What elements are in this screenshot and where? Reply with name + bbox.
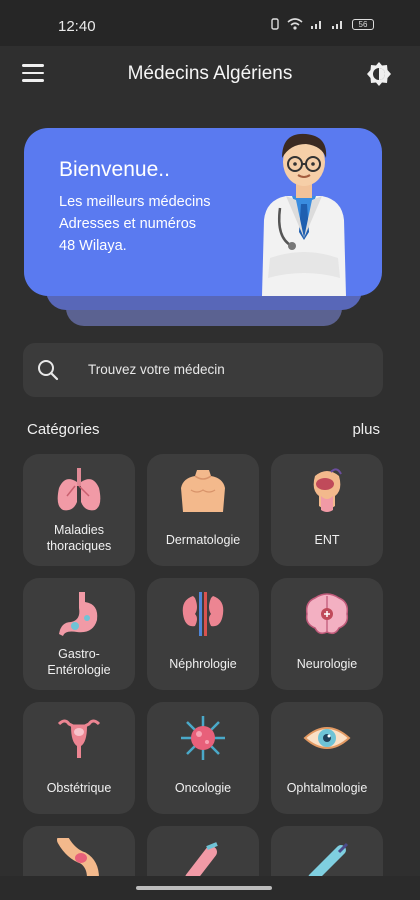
banner-greeting: Bienvenue.. (59, 158, 170, 181)
banner-line: Les meilleurs médecins (59, 194, 211, 210)
categories-header: Catégories plus (27, 421, 380, 439)
category-label: Gastro- Entérologie (47, 647, 111, 677)
more-link[interactable]: plus (352, 421, 380, 438)
search-icon (38, 360, 59, 381)
banner-text: Les meilleurs médecins Adresses et numér… (59, 191, 211, 257)
app-bar: Médecins Algériens (0, 46, 420, 102)
category-card-ent[interactable]: ENT (271, 454, 383, 566)
app-title: Médecins Algériens (127, 63, 293, 84)
categories-label: Catégories (27, 421, 100, 438)
category-label: Neurologie (296, 657, 358, 671)
status-time: 12:40 (58, 18, 96, 35)
category-label: ENT (314, 533, 340, 547)
category-label: Obstétrique (46, 781, 112, 795)
category-card-oncologie[interactable]: Oncologie (147, 702, 259, 814)
doctor-illustration (262, 133, 346, 296)
category-card-neurologie[interactable]: Neurologie (271, 578, 383, 690)
category-card-ophtalmologie[interactable]: Ophtalmologie (271, 702, 383, 814)
category-card-maladies-thoraciques[interactable]: Maladies thoraciques (23, 454, 135, 566)
hamburger-menu-icon[interactable] (22, 64, 44, 82)
category-label: Dermatologie (165, 533, 241, 547)
stomach-icon (59, 592, 98, 636)
brain-icon (305, 593, 349, 635)
cancer-cell-icon (181, 716, 225, 760)
battery-icon: 56 (352, 18, 374, 30)
search-bar[interactable]: Trouvez votre médecin (23, 343, 383, 397)
gesture-nav-bar (0, 876, 420, 900)
uterus-icon (57, 719, 101, 758)
wifi-icon (287, 18, 303, 30)
signal-icon (332, 21, 342, 29)
category-label: Ophtalmologie (286, 781, 368, 795)
welcome-banner: Bienvenue.. Les meilleurs médecins Adres… (24, 128, 382, 296)
category-card-nephrologie[interactable]: Néphrologie (147, 578, 259, 690)
category-label: Oncologie (174, 781, 232, 795)
banner-line: 48 Wilaya. (59, 238, 127, 254)
category-card-dermatologie[interactable]: Dermatologie (147, 454, 259, 566)
ear-nose-throat-icon (313, 468, 342, 512)
signal-icon (311, 21, 321, 29)
vibrate-icon (271, 18, 279, 30)
category-label: Néphrologie (169, 657, 237, 671)
eye-icon (303, 727, 351, 749)
status-bar: 12:40 56 (0, 0, 420, 46)
lungs-icon (57, 468, 101, 511)
torso-skin-icon (181, 470, 225, 512)
banner-line: Adresses et numéros (59, 216, 197, 232)
search-placeholder: Trouvez votre médecin (88, 362, 225, 377)
status-icons: 56 (270, 18, 374, 30)
category-card-obstetrique[interactable]: Obstétrique (23, 702, 135, 814)
theme-toggle-icon[interactable] (366, 61, 392, 87)
category-card-gastro-enterologie[interactable]: Gastro- Entérologie (23, 578, 135, 690)
category-label: Maladies thoraciques (46, 523, 112, 553)
home-indicator[interactable] (136, 886, 272, 890)
kidneys-icon (182, 592, 224, 636)
